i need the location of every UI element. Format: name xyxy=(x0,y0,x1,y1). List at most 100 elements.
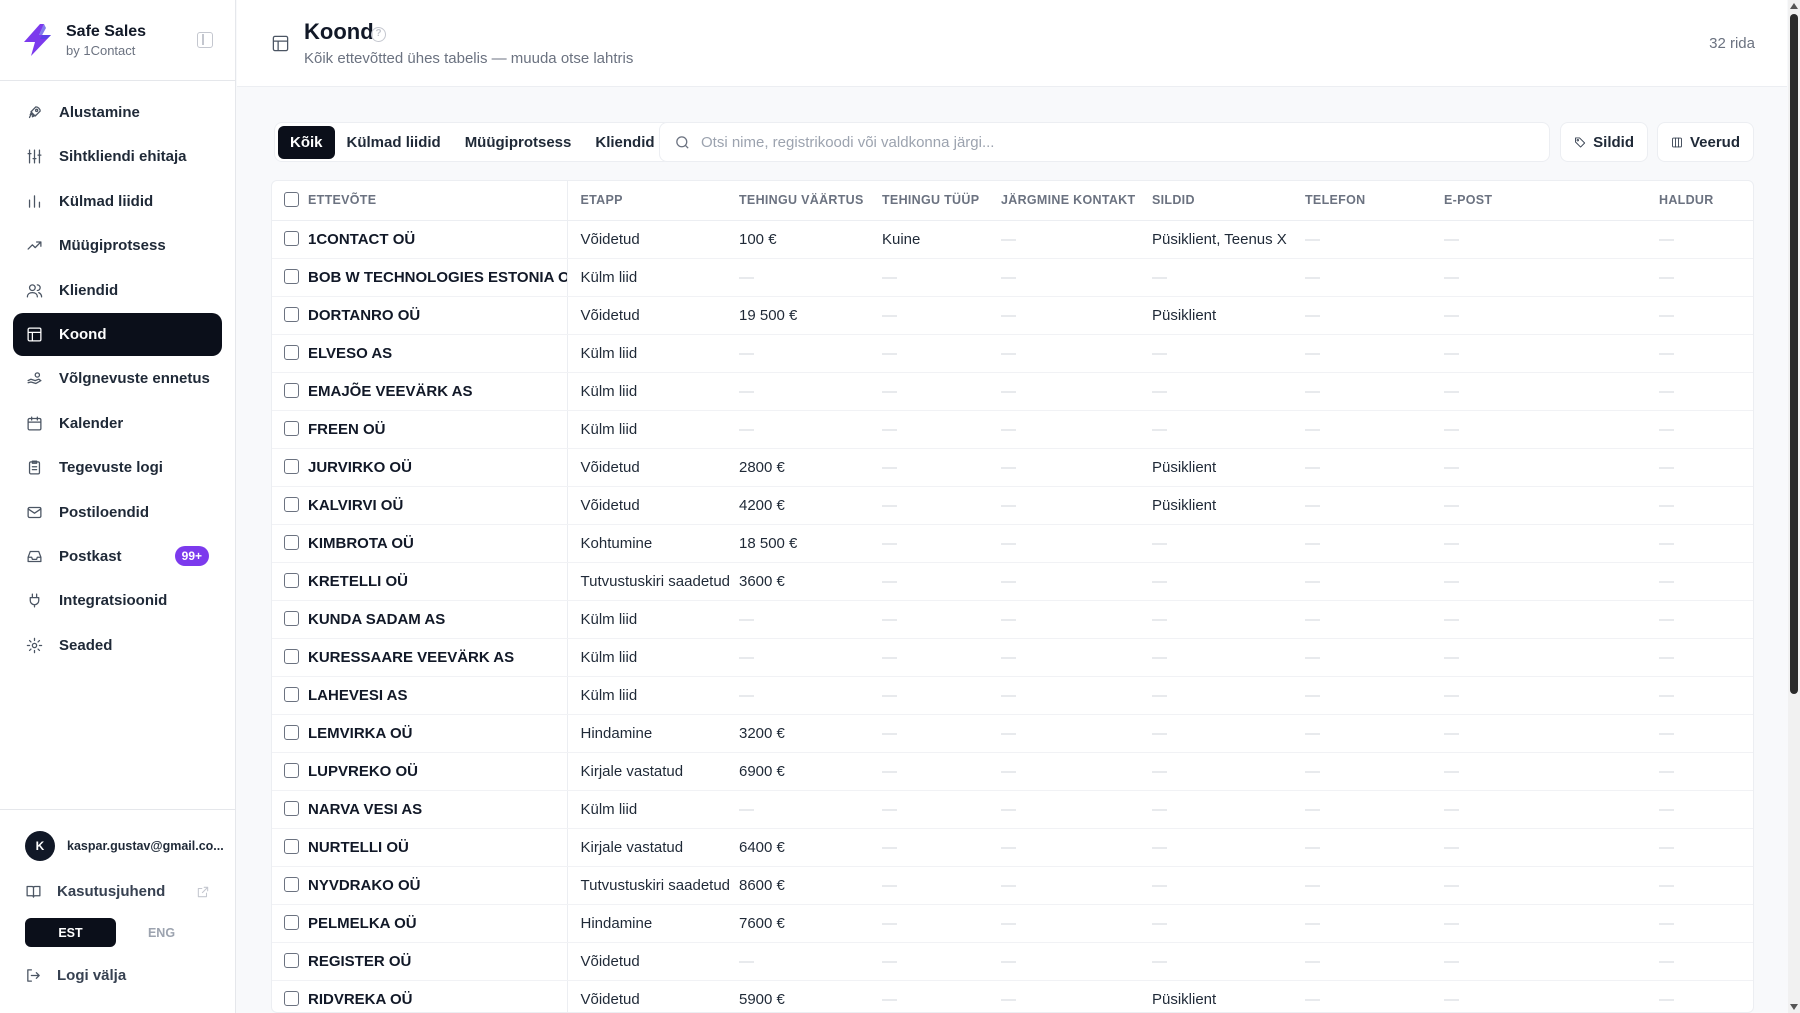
sidebar-item-postkast[interactable]: Postkast 99+ xyxy=(13,535,222,578)
cell-email[interactable]: — xyxy=(1444,410,1659,449)
cell-phone[interactable]: — xyxy=(1305,220,1444,259)
cell-next-contact[interactable]: — xyxy=(1001,524,1152,563)
cell-tags[interactable]: Püsiklient xyxy=(1152,486,1305,525)
cell-owner[interactable]: — xyxy=(1659,410,1753,449)
cell-owner[interactable]: — xyxy=(1659,524,1753,563)
help-icon[interactable]: ? xyxy=(371,27,386,42)
cell-stage[interactable]: Võidetud xyxy=(567,448,739,487)
table-row[interactable]: LUPVREKO OÜ Kirjale vastatud 6900 € — — — — — — xyxy=(272,752,1753,791)
cell-deal-value[interactable]: — xyxy=(739,942,882,981)
sidebar-item-kulmad-liidid[interactable]: Külmad liidid xyxy=(13,180,222,223)
cell-phone[interactable]: — xyxy=(1305,942,1444,981)
cell-phone[interactable]: — xyxy=(1305,258,1444,297)
lang-est-button[interactable]: EST xyxy=(25,918,116,947)
table-row[interactable]: 1CONTACT OÜ Võidetud 100 € Kuine — Püsiklient… xyxy=(272,220,1753,259)
cell-deal-type[interactable]: — xyxy=(882,258,1001,297)
cell-company[interactable]: DORTANRO OÜ xyxy=(272,296,568,335)
cell-company[interactable]: KALVIRVI OÜ xyxy=(272,486,568,525)
cell-owner[interactable]: — xyxy=(1659,296,1753,335)
cell-company[interactable]: LAHEVESI AS xyxy=(272,676,568,715)
sidebar-item-alustamine[interactable]: Alustamine xyxy=(13,91,222,134)
cell-company[interactable]: REGISTER OÜ xyxy=(272,942,568,981)
cell-deal-value[interactable]: 6900 € xyxy=(739,752,882,791)
cell-company[interactable]: 1CONTACT OÜ xyxy=(272,220,568,259)
cell-next-contact[interactable]: — xyxy=(1001,904,1152,943)
cell-deal-value[interactable]: — xyxy=(739,410,882,449)
cell-next-contact[interactable]: — xyxy=(1001,828,1152,867)
cell-next-contact[interactable]: — xyxy=(1001,448,1152,487)
cell-next-contact[interactable]: — xyxy=(1001,866,1152,905)
cell-owner[interactable]: — xyxy=(1659,676,1753,715)
cell-deal-value[interactable]: 18 500 € xyxy=(739,524,882,563)
table-row[interactable]: DORTANRO OÜ Võidetud 19 500 € — — Püsiklient —… xyxy=(272,296,1753,335)
cell-deal-type[interactable]: — xyxy=(882,866,1001,905)
cell-tags[interactable]: — xyxy=(1152,866,1305,905)
cell-company[interactable]: EMAJÕE VEEVÄRK AS xyxy=(272,372,568,411)
column-header-sildid[interactable]: SILDID xyxy=(1152,181,1305,221)
row-checkbox[interactable] xyxy=(284,953,299,969)
cell-company[interactable]: JURVIRKO OÜ xyxy=(272,448,568,487)
cell-deal-value[interactable]: — xyxy=(739,334,882,373)
cell-owner[interactable]: — xyxy=(1659,714,1753,753)
cell-next-contact[interactable]: — xyxy=(1001,334,1152,373)
cell-phone[interactable]: — xyxy=(1305,676,1444,715)
cell-stage[interactable]: Külm liid xyxy=(567,410,739,449)
cell-deal-value[interactable]: 100 € xyxy=(739,220,882,259)
column-header-tehingu-vaartus[interactable]: TEHINGU VÄÄRTUS xyxy=(739,181,882,221)
cell-email[interactable]: — xyxy=(1444,524,1659,563)
sidebar-item-koond[interactable]: Koond xyxy=(13,312,222,356)
cell-email[interactable]: — xyxy=(1444,600,1659,639)
sidebar-item-muugiprotsess[interactable]: Müügiprotsess xyxy=(13,224,222,267)
cell-tags[interactable]: — xyxy=(1152,638,1305,677)
cell-email[interactable]: — xyxy=(1444,790,1659,829)
row-checkbox[interactable] xyxy=(284,915,299,931)
cell-phone[interactable]: — xyxy=(1305,562,1444,601)
cell-deal-value[interactable]: 6400 € xyxy=(739,828,882,867)
cell-stage[interactable]: Hindamine xyxy=(567,904,739,943)
cell-company[interactable]: KIMBROTA OÜ xyxy=(272,524,568,563)
cell-owner[interactable]: — xyxy=(1659,448,1753,487)
cell-stage[interactable]: Külm liid xyxy=(567,676,739,715)
cell-stage[interactable]: Võidetud xyxy=(567,942,739,981)
cell-next-contact[interactable]: — xyxy=(1001,980,1152,1012)
cell-next-contact[interactable]: — xyxy=(1001,752,1152,791)
cell-company[interactable]: LUPVREKO OÜ xyxy=(272,752,568,791)
tab-kliendid[interactable]: Kliendid xyxy=(583,126,666,159)
table-row[interactable]: KALVIRVI OÜ Võidetud 4200 € — — Püsiklient — — — xyxy=(272,486,1753,525)
cell-email[interactable]: — xyxy=(1444,866,1659,905)
cell-deal-value[interactable]: 7600 € xyxy=(739,904,882,943)
row-checkbox[interactable] xyxy=(284,991,299,1007)
cell-next-contact[interactable]: — xyxy=(1001,258,1152,297)
cell-deal-type[interactable]: — xyxy=(882,904,1001,943)
cell-deal-value[interactable]: 19 500 € xyxy=(739,296,882,335)
row-checkbox[interactable] xyxy=(284,725,299,741)
cell-phone[interactable]: — xyxy=(1305,790,1444,829)
cell-email[interactable]: — xyxy=(1444,448,1659,487)
cell-phone[interactable]: — xyxy=(1305,714,1444,753)
cell-phone[interactable]: — xyxy=(1305,752,1444,791)
cell-next-contact[interactable]: — xyxy=(1001,562,1152,601)
row-checkbox[interactable] xyxy=(284,877,299,893)
cell-next-contact[interactable]: — xyxy=(1001,676,1152,715)
tab-kulmad-liidid[interactable]: Külmad liidid xyxy=(335,126,453,159)
sidebar-item-integratsioonid[interactable]: Integratsioonid xyxy=(13,579,222,622)
cell-tags[interactable]: Püsiklient xyxy=(1152,448,1305,487)
cell-company[interactable]: LEMVIRKA OÜ xyxy=(272,714,568,753)
tab-koik[interactable]: Kõik xyxy=(278,125,335,159)
cell-company[interactable]: NARVA VESI AS xyxy=(272,790,568,829)
user-menu[interactable]: K kaspar.gustav@gmail.co... xyxy=(0,810,236,861)
cell-next-contact[interactable]: — xyxy=(1001,372,1152,411)
cell-deal-type[interactable]: — xyxy=(882,448,1001,487)
table-row[interactable]: RIDVREKA OÜ Võidetud 5900 € — — Püsiklient — — — xyxy=(272,980,1753,1012)
cell-deal-type[interactable]: Kuine xyxy=(882,220,1001,259)
row-checkbox[interactable] xyxy=(284,573,299,589)
cell-owner[interactable]: — xyxy=(1659,980,1753,1012)
cell-tags[interactable]: Püsiklient xyxy=(1152,296,1305,335)
cell-company[interactable]: KURESSAARE VEEVÄRK AS xyxy=(272,638,568,677)
table-row[interactable]: FREEN OÜ Külm liid — — — — — — — xyxy=(272,410,1753,449)
cell-deal-type[interactable]: — xyxy=(882,638,1001,677)
table-row[interactable]: LEMVIRKA OÜ Hindamine 3200 € — — — — — — xyxy=(272,714,1753,753)
cell-stage[interactable]: Kirjale vastatud xyxy=(567,752,739,791)
cell-email[interactable]: — xyxy=(1444,334,1659,373)
cell-owner[interactable]: — xyxy=(1659,790,1753,829)
